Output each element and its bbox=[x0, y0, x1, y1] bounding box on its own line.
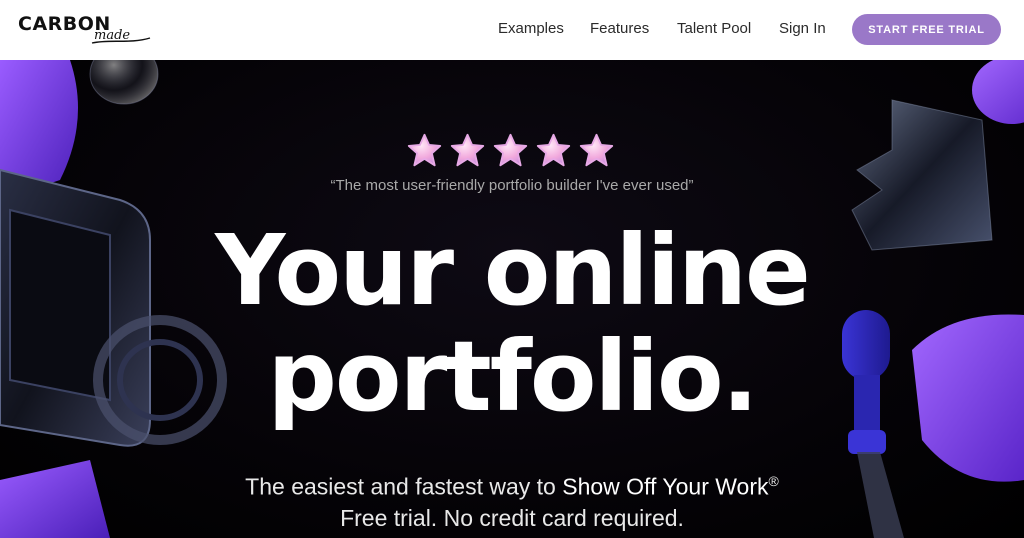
logo-swash-icon bbox=[91, 37, 151, 44]
start-free-trial-button[interactable]: START FREE TRIAL bbox=[852, 14, 1001, 45]
star-icon bbox=[450, 133, 485, 167]
subheading-emphasis: Show Off Your Work bbox=[562, 473, 769, 500]
nav-examples[interactable]: Examples bbox=[498, 20, 564, 37]
rating-stars bbox=[406, 132, 616, 170]
headline-line-2: portfolio. bbox=[267, 320, 758, 433]
star-icon bbox=[579, 133, 614, 167]
subheading-prefix: The easiest and fastest way to bbox=[245, 473, 563, 500]
testimonial-quote: “The most user-friendly portfolio builde… bbox=[330, 177, 694, 194]
subheading-line-1: The easiest and fastest way to Show Off … bbox=[0, 466, 1024, 503]
nav-sign-in[interactable]: Sign In bbox=[779, 20, 826, 37]
hero-headline: Your online portfolio. bbox=[0, 218, 1024, 430]
headline-line-1: Your online bbox=[215, 214, 811, 327]
star-icon bbox=[407, 133, 442, 167]
nav-talent-pool[interactable]: Talent Pool bbox=[677, 20, 751, 37]
star-icon bbox=[536, 133, 571, 167]
registered-mark: ® bbox=[768, 473, 779, 489]
subheading-line-2: Free trial. No credit card required. bbox=[340, 504, 684, 531]
site-header: CARBON made Examples Features Talent Poo… bbox=[0, 0, 1024, 60]
hero-section: “The most user-friendly portfolio builde… bbox=[0, 60, 1024, 538]
star-icon bbox=[493, 133, 528, 167]
hero-subheading: The easiest and fastest way to Show Off … bbox=[0, 466, 1024, 534]
carbonmade-logo[interactable]: CARBON made bbox=[18, 13, 158, 45]
nav-features[interactable]: Features bbox=[590, 20, 649, 37]
